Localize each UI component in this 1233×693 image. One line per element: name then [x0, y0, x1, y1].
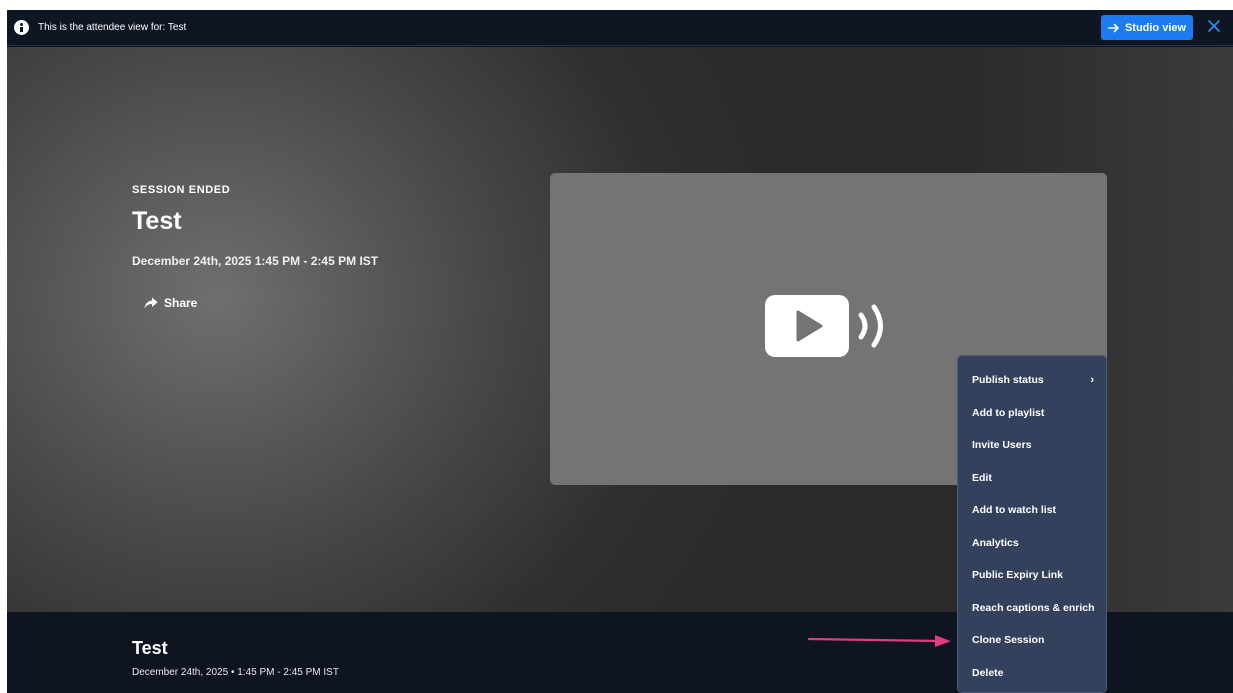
- menu-item-delete[interactable]: Delete: [958, 657, 1106, 690]
- menu-item-label: Publish status: [972, 374, 1044, 386]
- share-button[interactable]: Share: [144, 296, 197, 310]
- attendee-notice-text: This is the attendee view for: Test: [38, 22, 187, 33]
- menu-item-analytics[interactable]: Analytics: [958, 527, 1106, 560]
- menu-item-label: Clone Session: [972, 634, 1045, 646]
- menu-item-add-to-playlist[interactable]: Add to playlist: [958, 397, 1106, 430]
- menu-item-clone-session[interactable]: Clone Session: [958, 624, 1106, 657]
- session-status: SESSION ENDED: [132, 184, 231, 196]
- menu-item-reach-captions[interactable]: Reach captions & enrich: [958, 592, 1106, 625]
- studio-view-label: Studio view: [1124, 21, 1187, 34]
- menu-item-label: Edit: [972, 471, 992, 484]
- annotation-arrow: [807, 635, 951, 647]
- menu-item-label: Reach captions & enrich: [972, 601, 1095, 614]
- share-label: Share: [164, 296, 198, 310]
- menu-item-label: Public Expiry Link: [972, 569, 1064, 581]
- menu-item-label: Invite Users: [972, 439, 1032, 451]
- video-live-icon: [765, 295, 883, 357]
- menu-item-public-expiry-link[interactable]: Public Expiry Link: [958, 559, 1106, 592]
- footer-session-datetime: December 24th, 2025 • 1:45 PM - 2:45 PM …: [132, 667, 339, 678]
- menu-item-label: Delete: [972, 666, 1004, 679]
- menu-item-label: Add to watch list: [972, 504, 1056, 516]
- menu-item-add-to-watch-list[interactable]: Add to watch list: [958, 494, 1106, 527]
- session-datetime: December 24th, 2025 1:45 PM - 2:45 PM IS…: [132, 254, 379, 268]
- info-icon: [14, 20, 29, 35]
- menu-item-label: Add to playlist: [972, 406, 1045, 419]
- menu-item-publish-status[interactable]: Publish status ›: [958, 364, 1106, 397]
- arrow-right-icon: [1108, 23, 1119, 32]
- attendee-notice-bar: This is the attendee view for: Test Stud…: [7, 10, 1233, 46]
- menu-item-invite-users[interactable]: Invite Users: [958, 429, 1106, 462]
- menu-item-label: Analytics: [972, 536, 1019, 549]
- menu-item-edit[interactable]: Edit: [958, 462, 1106, 495]
- studio-view-button[interactable]: Studio view: [1101, 15, 1193, 40]
- session-actions-menu: Publish status › Add to playlist Invite …: [957, 355, 1107, 693]
- session-title: Test: [132, 207, 182, 235]
- app-frame: This is the attendee view for: Test Stud…: [7, 10, 1233, 693]
- footer-session-title: Test: [132, 638, 168, 658]
- close-icon[interactable]: [1206, 18, 1222, 34]
- share-icon: [144, 297, 158, 309]
- chevron-right-icon: ›: [1090, 374, 1094, 386]
